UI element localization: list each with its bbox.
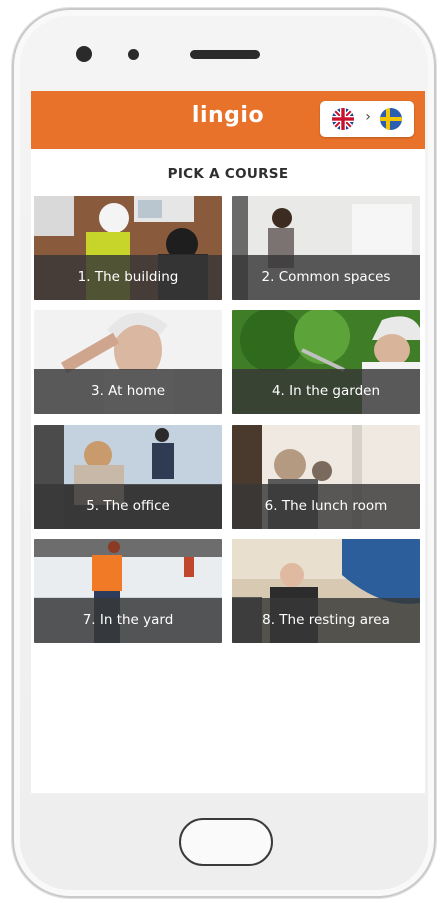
uk-flag-icon: [332, 108, 354, 130]
sweden-flag-icon: [380, 108, 402, 130]
course-card-building[interactable]: 1. The building: [34, 196, 222, 300]
front-camera-icon: [76, 46, 92, 62]
app-header: lingio ›: [31, 91, 425, 149]
page-title: PICK A COURSE: [167, 166, 289, 182]
earpiece-speaker: [190, 50, 260, 59]
course-label: 8. The resting area: [262, 612, 390, 628]
sensor-icon: [128, 49, 139, 60]
course-card-at-home[interactable]: 3. At home: [34, 310, 222, 414]
course-card-common-spaces[interactable]: 2. Common spaces: [232, 196, 420, 300]
language-switcher[interactable]: ›: [320, 101, 414, 137]
home-button[interactable]: [179, 818, 273, 866]
course-label: 2. Common spaces: [261, 269, 391, 285]
course-label: 3. At home: [90, 383, 166, 399]
language-separator: ›: [365, 109, 371, 125]
course-label: 4. In the garden: [271, 383, 381, 399]
course-card-garden[interactable]: 4. In the garden: [232, 310, 420, 414]
course-label: 6. The lunch room: [264, 498, 388, 514]
course-label: 5. The office: [86, 498, 170, 514]
app-screen: lingio › PICK A COURSE 1. The building 2…: [31, 91, 425, 793]
course-label: 7. In the yard: [82, 612, 174, 628]
course-label: 1. The building: [77, 269, 179, 285]
course-card-yard[interactable]: 7. In the yard: [34, 539, 222, 643]
course-card-lunch-room[interactable]: 6. The lunch room: [232, 425, 420, 529]
course-card-office[interactable]: 5. The office: [34, 425, 222, 529]
course-card-resting-area[interactable]: 8. The resting area: [232, 539, 420, 643]
